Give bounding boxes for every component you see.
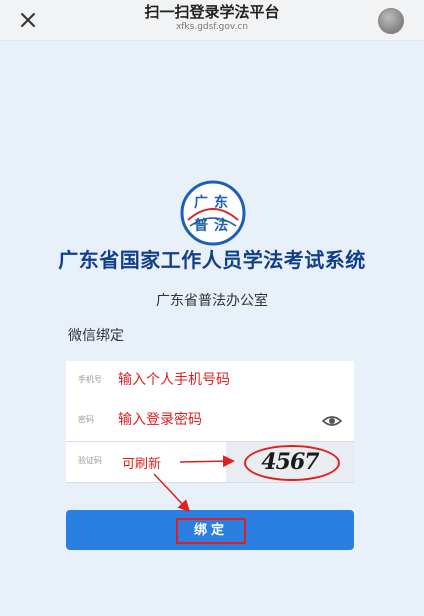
system-title: 广东省国家工作人员学法考试系统 — [58, 248, 366, 272]
captcha-image[interactable]: 4567 — [226, 442, 354, 482]
top-bar: 扫一扫登录学法平台 xfks.gdsf.gov.cn — [0, 0, 424, 41]
bind-button[interactable]: 绑定 — [66, 510, 354, 550]
emblem-char-1: 广 — [194, 194, 208, 211]
emblem-char-2: 东 — [214, 194, 228, 211]
header-title-group: 扫一扫登录学法平台 xfks.gdsf.gov.cn — [0, 3, 424, 33]
page-title: 扫一扫登录学法平台 — [144, 3, 280, 21]
office-name: 广东省普法办公室 — [156, 293, 268, 309]
refresh-annotation: 可刷新 — [122, 457, 162, 472]
emblem-logo: 广 东 普 法 — [180, 180, 246, 246]
phone-input[interactable] — [118, 368, 298, 392]
password-label: 密码 — [78, 415, 94, 424]
captcha-field: 验证码 4567 — [66, 442, 354, 483]
phone-label: 手机号 — [78, 375, 102, 384]
bind-button-label: 绑定 — [176, 518, 246, 544]
password-input[interactable] — [118, 408, 298, 432]
page-domain: xfks.gdsf.gov.cn — [175, 22, 249, 32]
wechat-bind-label: 微信绑定 — [68, 328, 124, 344]
phone-field: 手机号 — [66, 361, 354, 402]
emblem-char-4: 法 — [214, 217, 228, 234]
emblem-char-3: 普 — [194, 217, 208, 234]
captcha-label: 验证码 — [78, 456, 102, 465]
password-field: 密码 — [66, 401, 354, 442]
captcha-highlight-ring — [244, 445, 340, 481]
eye-icon[interactable] — [322, 412, 342, 430]
avatar[interactable] — [378, 8, 404, 34]
